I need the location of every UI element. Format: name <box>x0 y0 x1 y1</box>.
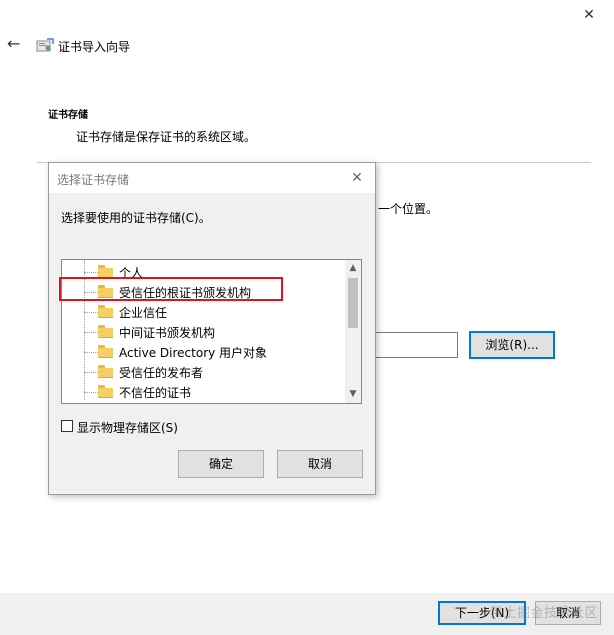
back-arrow-icon[interactable]: ← <box>7 36 23 52</box>
folder-icon <box>98 365 113 378</box>
tree-item-label: 企业信任 <box>119 306 168 320</box>
browse-button[interactable]: 浏览(R)... <box>469 331 555 359</box>
selection-highlight-box <box>59 277 283 301</box>
certificate-store-field[interactable] <box>372 332 458 358</box>
show-physical-stores-label[interactable]: 显示物理存储区(S) <box>77 419 178 436</box>
tree-item-ad-user-object[interactable]: Active Directory 用户对象 <box>62 342 346 362</box>
dialog-cancel-button[interactable]: 取消 <box>277 450 363 478</box>
scroll-up-arrow-icon[interactable]: ▲ <box>345 262 361 274</box>
folder-icon <box>98 305 113 318</box>
watermark: 稀土掘金技术社区 <box>490 606 599 621</box>
ok-button[interactable]: 确定 <box>178 450 264 478</box>
section-description: 证书存储是保存证书的系统区域。 <box>76 130 257 144</box>
scroll-down-arrow-icon[interactable]: ▼ <box>345 388 361 400</box>
tree-item-label: 中间证书颁发机构 <box>119 326 216 340</box>
select-store-dialog: 选择证书存储 ✕ 选择要使用的证书存储(C)。 个人 受信任的根证书颁发机构 企… <box>48 162 376 495</box>
scroll-thumb[interactable] <box>348 278 358 328</box>
section-title: 证书存储 <box>48 110 88 121</box>
tree-item-untrusted-certificates[interactable]: 不信任的证书 <box>62 382 346 402</box>
tree-item-label: 受信任的发布者 <box>119 366 204 380</box>
tree-item-label: 不信任的证书 <box>119 386 192 400</box>
window-close-icon[interactable]: ✕ <box>578 4 600 26</box>
tree-item-enterprise-trust[interactable]: 企业信任 <box>62 302 346 322</box>
folder-icon <box>98 345 113 358</box>
certificate-wizard-icon <box>36 37 54 53</box>
wizard-title: 证书导入向导 <box>58 40 131 54</box>
location-instruction-text: 一个位置。 <box>378 202 439 216</box>
folder-icon <box>98 265 113 278</box>
tree-item-label: Active Directory 用户对象 <box>119 346 268 360</box>
folder-icon <box>98 385 113 398</box>
store-list-label: 选择要使用的证书存储(C)。 <box>61 211 211 225</box>
folder-icon <box>98 325 113 338</box>
dialog-close-icon[interactable]: ✕ <box>347 168 367 188</box>
tree-item-trusted-publishers[interactable]: 受信任的发布者 <box>62 362 346 382</box>
tree-item-intermediate-ca[interactable]: 中间证书颁发机构 <box>62 322 346 342</box>
dialog-title: 选择证书存储 <box>57 173 130 187</box>
show-physical-stores-checkbox[interactable] <box>61 420 73 432</box>
tree-scrollbar[interactable]: ▲ ▼ <box>345 260 361 403</box>
